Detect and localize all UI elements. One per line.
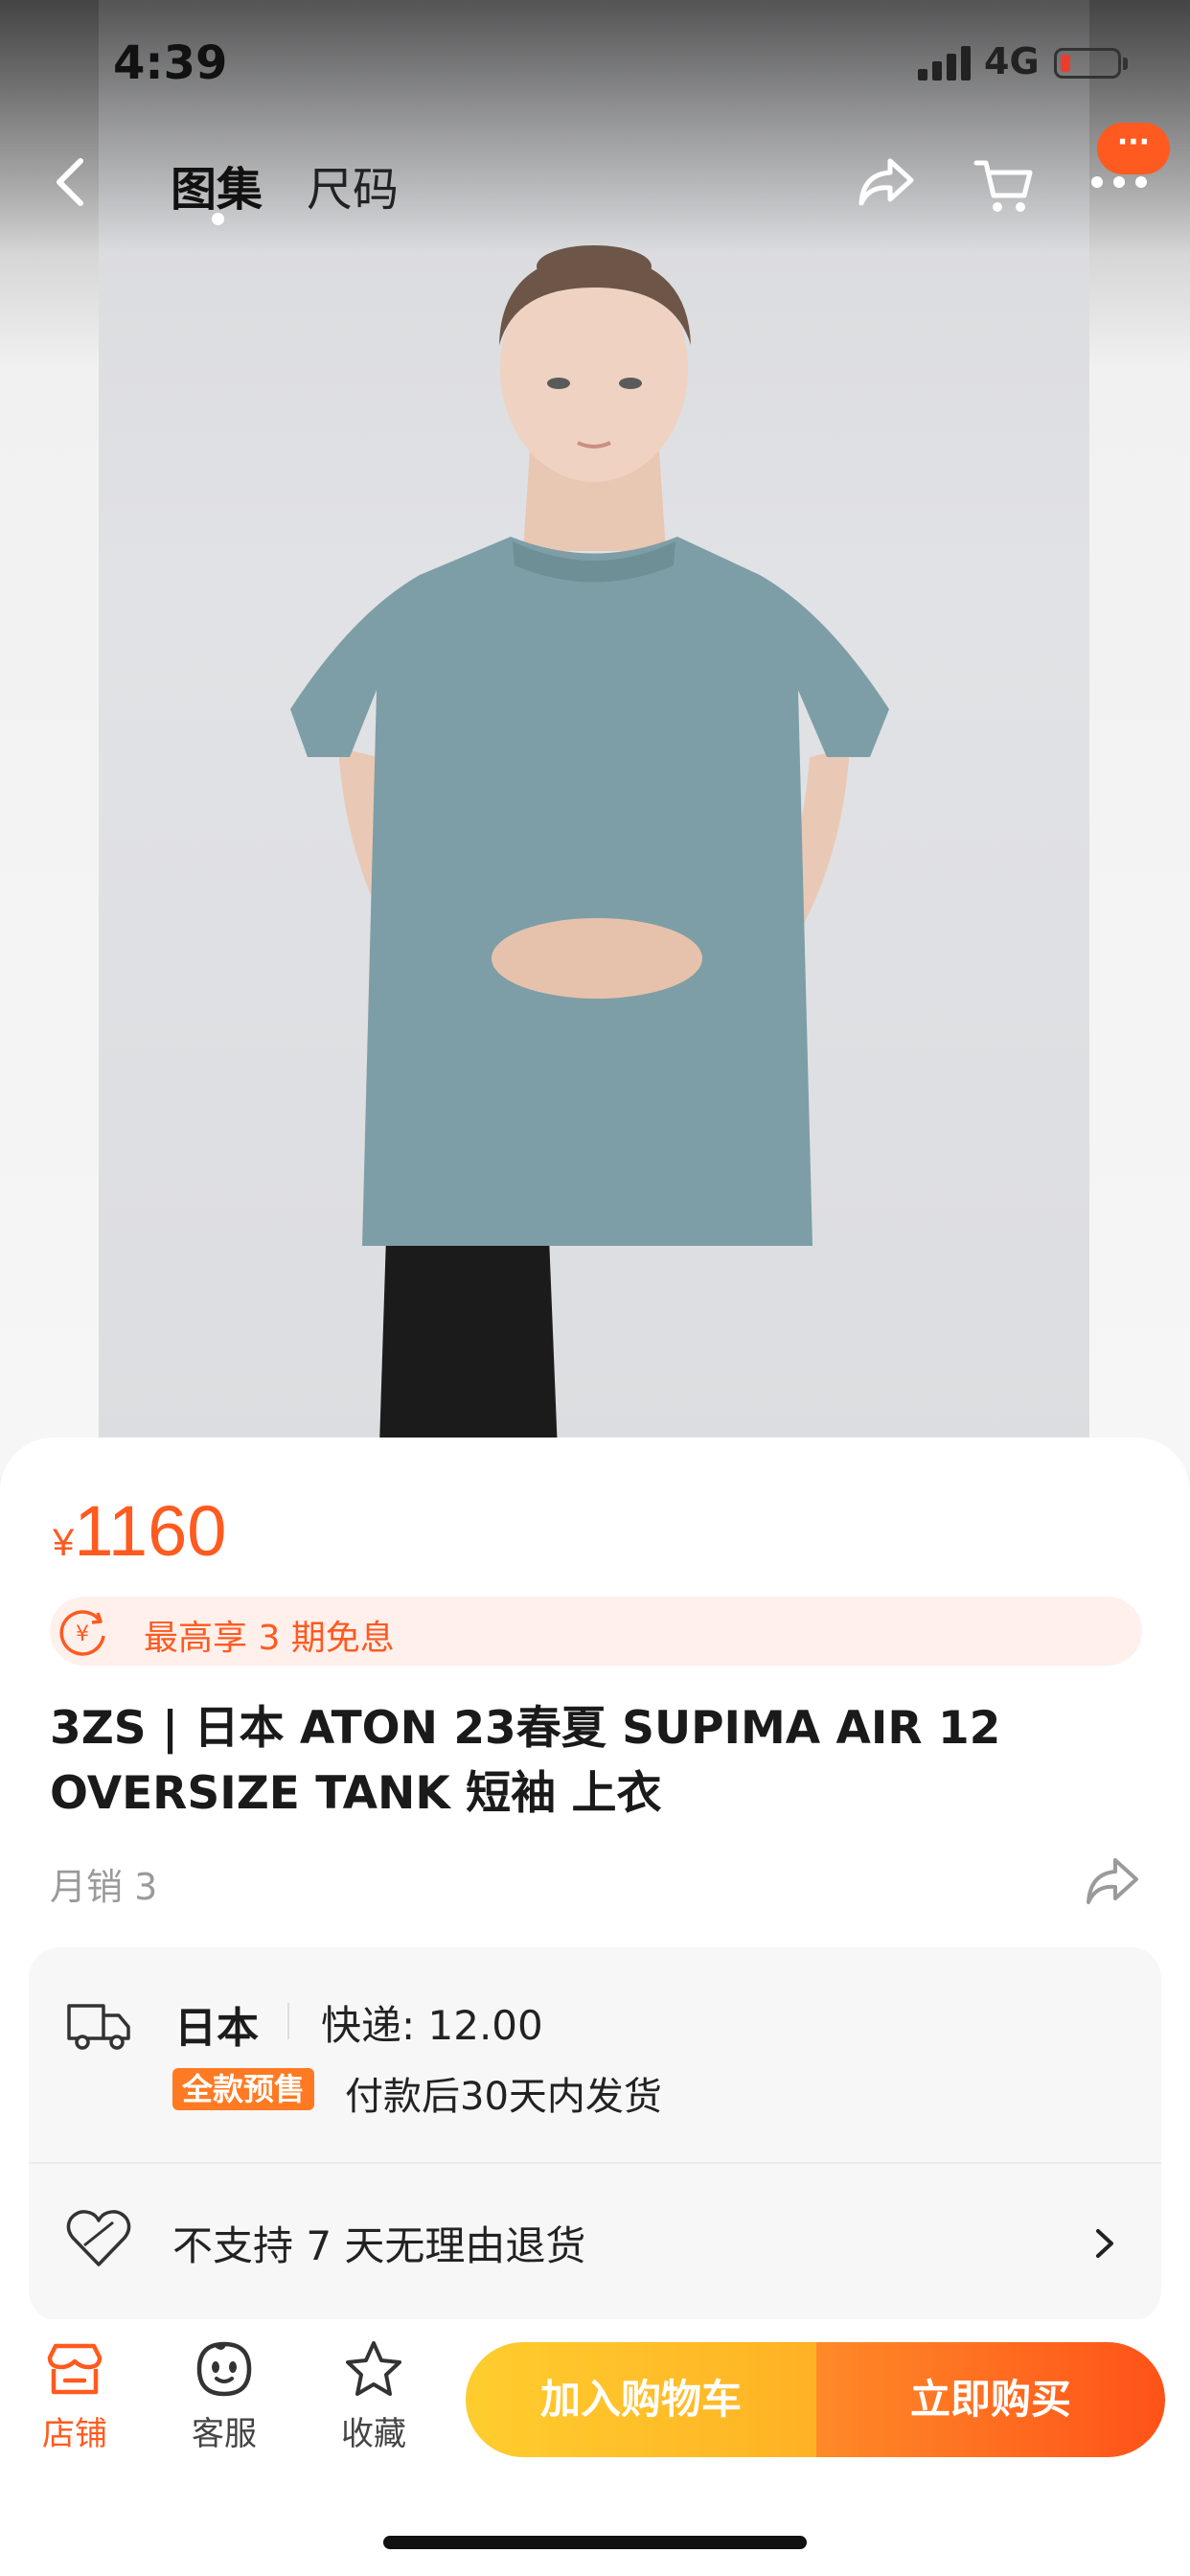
signal-icon <box>918 46 971 80</box>
customer-service-button[interactable]: 客服 <box>176 2338 272 2454</box>
star-icon <box>346 2341 401 2396</box>
installment-icon: ¥ <box>59 1610 105 1656</box>
buy-now-button[interactable]: 立即购买 <box>816 2342 1165 2457</box>
tab-size[interactable]: 尺码 <box>307 151 399 218</box>
price: ¥1160 <box>53 1490 226 1572</box>
svg-text:¥: ¥ <box>76 1622 89 1646</box>
message-badge[interactable]: ··· <box>1097 123 1170 174</box>
active-tab-indicator <box>212 213 224 225</box>
tab-gallery[interactable]: 图集 <box>171 151 263 218</box>
cart-icon[interactable] <box>973 153 1036 217</box>
store-label: 店铺 <box>42 2415 107 2453</box>
price-amount: 1160 <box>74 1491 227 1571</box>
divider <box>287 2003 289 2039</box>
express-fee: 快递: 12.00 <box>321 2002 543 2049</box>
back-icon[interactable] <box>48 153 96 211</box>
battery-tip <box>1123 58 1128 70</box>
product-image-gallery[interactable] <box>0 0 1190 1476</box>
installment-text: 最高享 3 期免息 <box>144 1619 395 1658</box>
favorite-label: 收藏 <box>341 2415 406 2453</box>
store-icon <box>47 2343 103 2395</box>
presale-badge: 全款预售 <box>172 2068 315 2110</box>
chevron-right-icon[interactable] <box>1092 2225 1117 2262</box>
network-type: 4G <box>984 40 1040 82</box>
store-button[interactable]: 店铺 <box>27 2338 123 2454</box>
price-currency: ¥ <box>53 1522 75 1564</box>
add-to-cart-button[interactable]: 加入购物车 <box>466 2342 816 2457</box>
customer-service-label: 客服 <box>192 2415 257 2453</box>
product-title: 3ZS | 日本 ATON 23春夏 SUPIMA AIR 12 OVERSIZ… <box>50 1702 1001 1820</box>
battery-icon <box>1054 48 1121 79</box>
ship-origin: 日本 <box>174 2004 259 2053</box>
monthly-sales: 月销 3 <box>50 1866 158 1908</box>
favorite-button[interactable]: 收藏 <box>326 2338 422 2454</box>
customer-service-icon <box>196 2341 252 2397</box>
share-icon[interactable] <box>1083 1854 1142 1908</box>
heart-icon <box>66 2210 131 2266</box>
status-time: 4:39 <box>113 36 228 90</box>
share-icon[interactable] <box>856 153 917 211</box>
ship-time-note: 付款后30天内发货 <box>345 2075 662 2119</box>
home-indicator[interactable] <box>383 2536 807 2549</box>
return-policy: 不支持 7 天无理由退货 <box>172 2222 586 2269</box>
truck-icon <box>67 2004 130 2050</box>
